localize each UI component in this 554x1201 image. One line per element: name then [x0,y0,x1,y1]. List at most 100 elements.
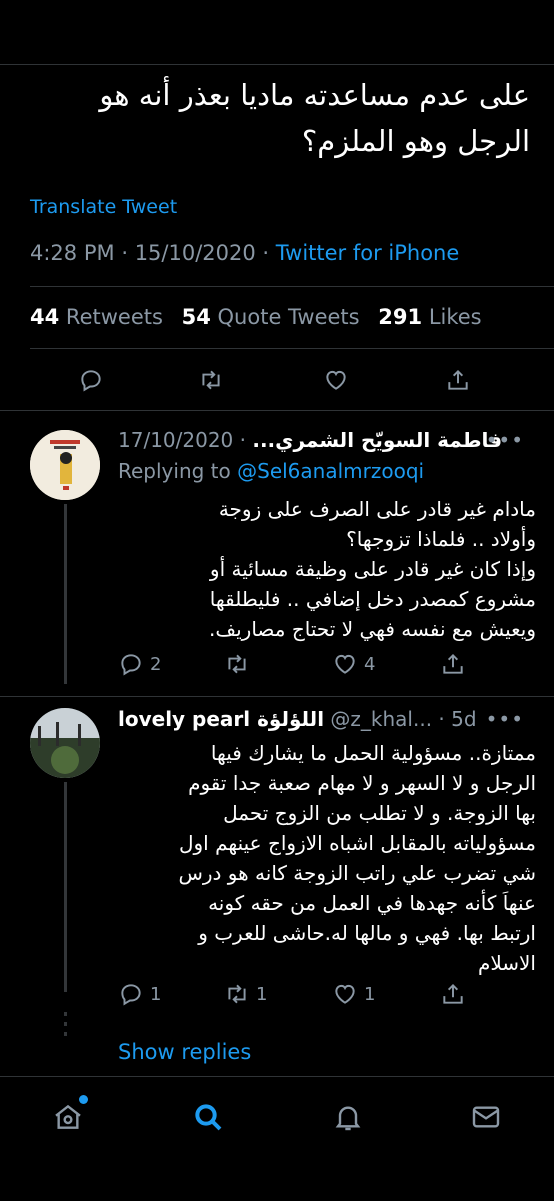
reply-text-line: وإذا كان غير قادر على وظيفة مسائية أو [209,557,536,581]
thread-line [64,782,67,992]
top-divider [0,64,554,65]
quote-tweets-label: Quote Tweets [217,305,360,329]
reply-count: 2 [150,653,162,675]
tweet-meta: 4:28 PM · 15/10/2020 · Twitter for iPhon… [30,241,459,265]
retweet-icon [228,984,246,1004]
tweet-text: على عدم مساعدته ماديا بعذر أنه هو الرجل … [30,72,530,164]
likes-label: Likes [428,305,482,329]
reply-button[interactable] [78,360,104,400]
reply-text-line: مادام غير قادر على الصرف على زوجة [218,497,536,521]
retweet-icon [202,370,220,390]
quote-tweets-stat[interactable]: 54 Quote Tweets [182,305,360,329]
reply-button[interactable]: 1 [118,974,161,1014]
divider [30,286,554,287]
like-icon [335,984,355,1004]
notifications-icon [335,1106,361,1131]
search-icon [195,1104,222,1131]
tweet-date: 15/10/2020 [134,241,256,265]
reply-text-line: مسؤولياته بالمقابل اشباه الازواج عينهم ا… [178,831,536,855]
like-icon [335,654,355,674]
divider [0,696,554,697]
reply-text-line: بها الزوجة. و لا تطلب من الزوج تحمل [223,801,536,825]
tweet-time: 4:28 PM [30,241,115,265]
reply-text: ممتازة.. مسؤولية الحمل ما يشارك فيها الر… [118,738,536,978]
like-count: 1 [364,983,376,1005]
reply-text: مادام غير قادر على الصرف على زوجة وأولاد… [118,494,536,644]
like-button[interactable]: 1 [332,974,375,1014]
messages-icon [472,1106,500,1128]
reply-text-line: الرجل و لا السهر و لا مهام صعبة جدا تقوم [188,771,536,795]
reply-icon [121,654,141,676]
reply-count: 1 [150,983,162,1005]
retweets-label: Retweets [65,305,163,329]
likes-stat[interactable]: 291 Likes [378,305,481,329]
more-options-button[interactable]: ••• [486,428,524,452]
reply-text-line: وأولاد .. فلماذا تزوجها؟ [346,527,536,551]
retweet-count: 1 [256,983,268,1005]
header-separator: · [438,707,445,731]
like-icon [326,370,346,390]
reply-text-line: عنهاَ كأنه جهدها في العمل من حقه كونه [208,891,536,915]
share-icon [448,369,468,390]
like-button[interactable]: 4 [332,644,375,684]
tweet-text-line-2: الرجل وهو الملزم؟ [301,124,530,158]
translate-tweet-link[interactable]: Translate Tweet [30,196,177,218]
divider [30,348,554,349]
replying-prefix: Replying to [118,459,231,483]
retweet-button[interactable]: 1 [224,974,267,1014]
retweets-count: 44 [30,305,60,329]
tab-messages[interactable] [466,1097,506,1137]
retweet-button[interactable] [224,644,256,684]
meta-separator: · [262,241,270,265]
home-notification-dot [79,1095,88,1104]
share-icon [443,983,463,1004]
reply-date: 17/10/2020 [118,428,234,452]
avatar[interactable] [30,430,100,500]
reply-text-line: شي تضرب علي راتب الزوجة كانه هو درس [178,861,536,885]
avatar[interactable] [30,708,100,778]
book-cover-icon [30,430,100,500]
thread-line-dot [64,1032,67,1036]
reply-text-line: ممتازة.. مسؤولية الحمل ما يشارك فيها [210,741,536,765]
retweet-button[interactable] [198,360,224,400]
reply-icon [121,984,141,1006]
landscape-photo-icon [30,708,100,778]
meta-separator: · [121,241,128,265]
tweet-source-link[interactable]: Twitter for iPhone [276,241,460,265]
tab-search[interactable] [188,1097,228,1137]
reply-actions: 1 1 1 [0,974,554,1014]
reply-author-name[interactable]: lovely pearl اللؤلؤة [118,707,324,731]
more-options-button[interactable]: ••• [486,707,524,731]
likes-count: 291 [378,305,423,329]
tab-home[interactable] [48,1095,88,1137]
header-separator: · [239,428,246,452]
share-button[interactable] [445,360,471,400]
replying-to: Replying to @Sel6analmrzooqi [118,459,424,483]
quote-tweets-count: 54 [181,305,211,329]
share-button[interactable] [440,974,466,1014]
reply-text-line: مشروع كمصدر دخل إضافي .. فليطلقها [209,587,536,611]
reply-icon [81,370,101,392]
share-button[interactable] [440,644,466,684]
show-replies-link[interactable]: Show replies [118,1040,251,1064]
retweet-icon [228,654,246,674]
like-count: 4 [364,653,376,675]
thread-line-dot [64,1022,67,1026]
reply-age: 5d [451,707,477,731]
reply-text-line: ويعيش مع نفسه فهي لا تحتاج مصاريف. [209,617,536,641]
reply-header: فاطمة السويّح الشمري... · 17/10/2020 [118,428,502,452]
tweet-actions [0,360,554,400]
reply-actions: 2 4 [0,644,554,684]
bottom-tab-bar [0,1076,554,1201]
tweet-stats: 44 Retweets 54 Quote Tweets 291 Likes [30,305,482,329]
like-button[interactable] [323,360,349,400]
tab-notifications[interactable] [328,1097,368,1137]
tweet-text-line-1: على عدم مساعدته ماديا بعذر أنه هو [99,78,530,112]
reply-button[interactable]: 2 [118,644,161,684]
reply-author-name[interactable]: فاطمة السويّح الشمري... [252,428,502,452]
reply-author-handle[interactable]: @z_khal... [330,707,432,731]
reply-text-line: ارتبط بها. فهي و مالها له.حاشى للعرب و [198,921,536,945]
home-icon [55,1104,81,1129]
replying-to-handle[interactable]: @Sel6analmrzooqi [237,459,424,483]
retweets-stat[interactable]: 44 Retweets [30,305,163,329]
